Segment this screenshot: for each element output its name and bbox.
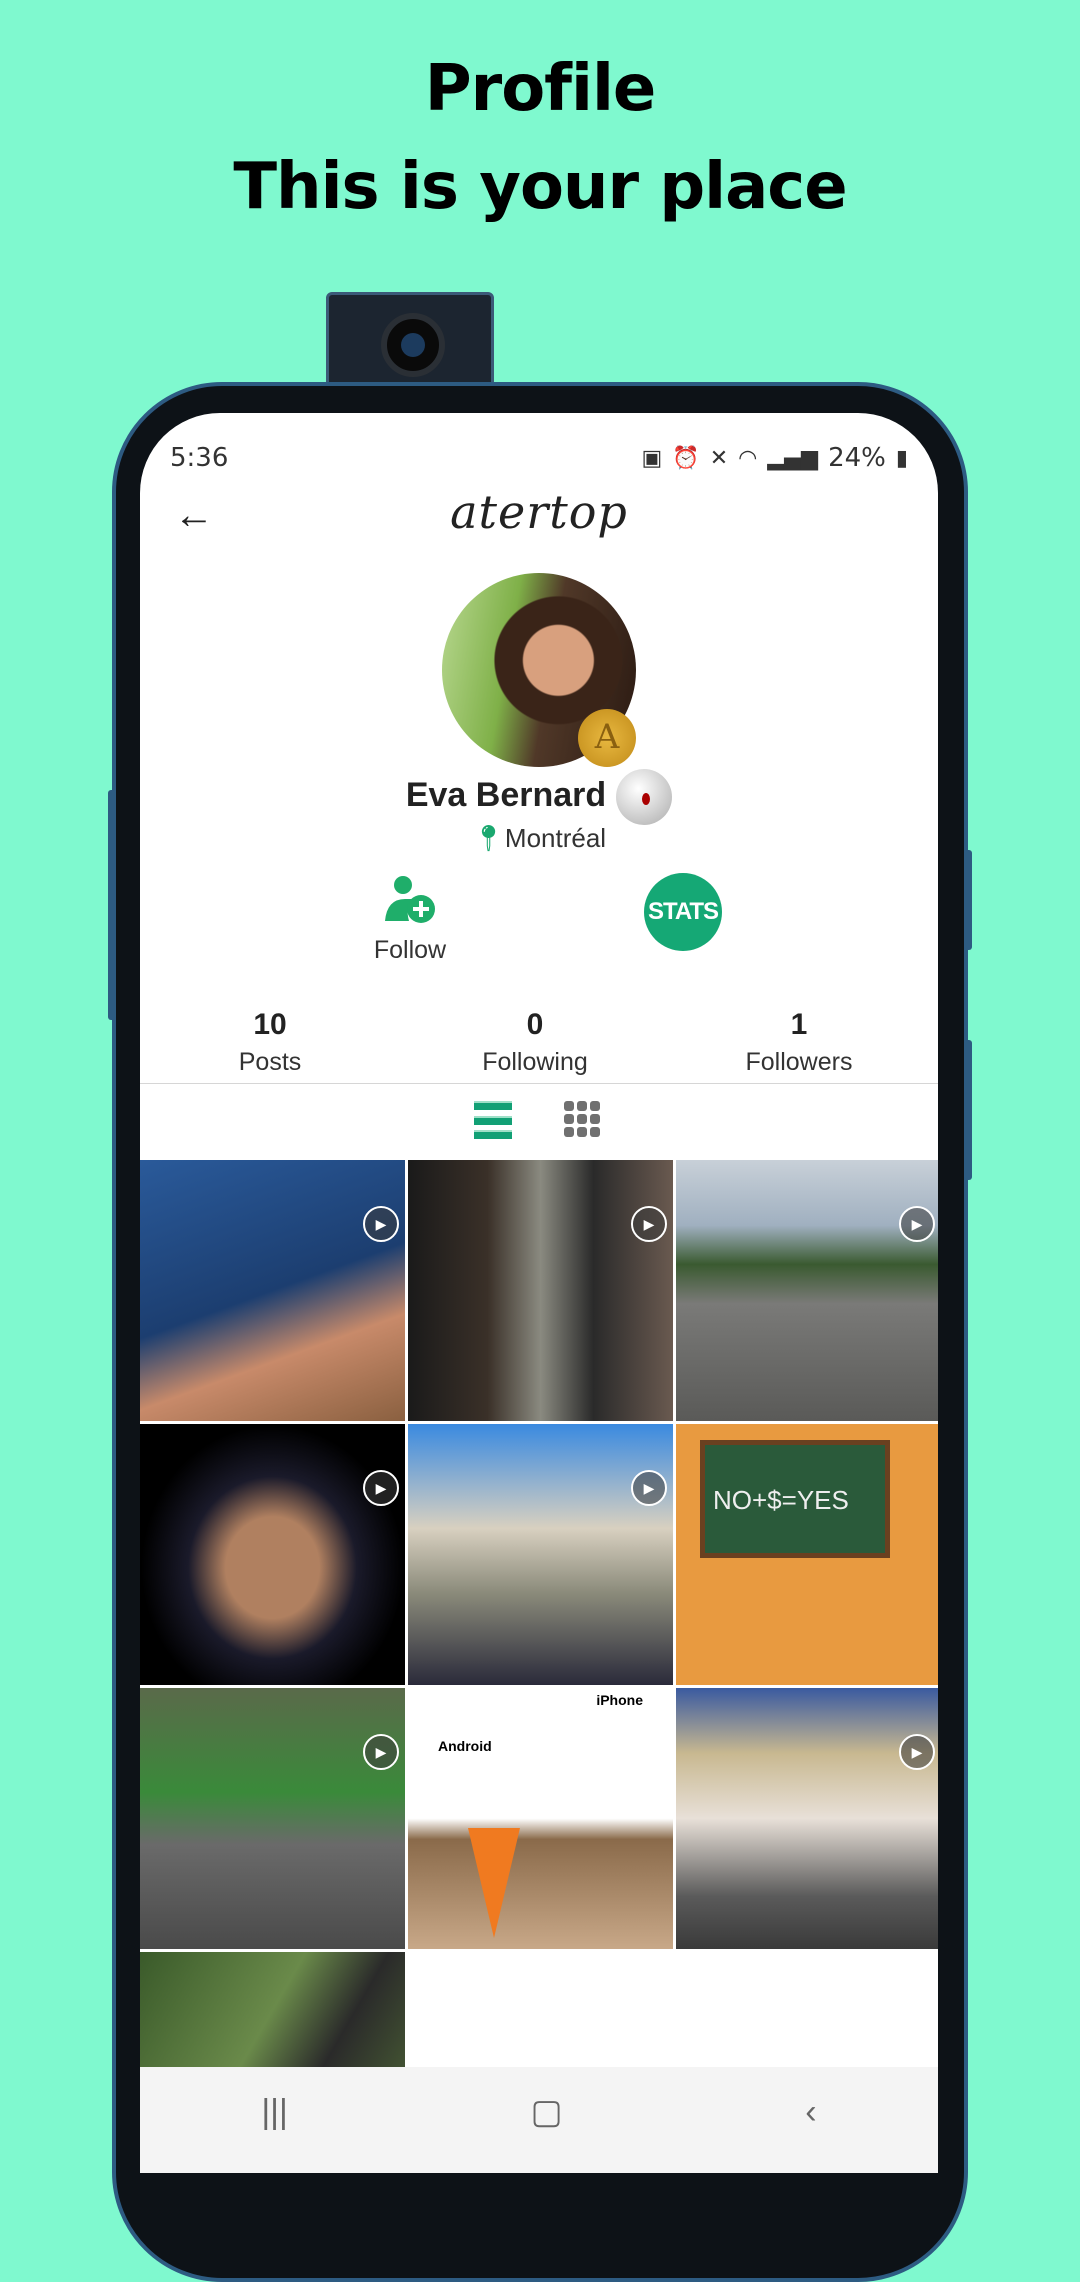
location-text: Montréal (504, 823, 607, 853)
divider (140, 1083, 938, 1084)
status-time: 5:36 (170, 443, 229, 473)
profile-name-row: Eva Bernard (140, 769, 938, 825)
battery-percent: 24% (828, 443, 886, 473)
count-value: 10 (253, 1008, 287, 1041)
count-label: Following (482, 1048, 588, 1076)
side-button (964, 1040, 972, 1180)
post-caption: Android (438, 1738, 492, 1754)
post-thumbnail[interactable]: ▶ (140, 1160, 405, 1421)
post-thumbnail[interactable]: Android iPhone (408, 1688, 673, 1949)
count-value: 1 (790, 1008, 808, 1041)
mascot-icon (616, 769, 673, 825)
carrot-illustration (468, 1828, 520, 1938)
post-thumbnail[interactable]: ▶ (140, 1688, 405, 1949)
posts-grid: ▶ ▶ ▶ ▶ ▶ NO+$=YES ▶ Android iPhone ▶ (140, 1160, 938, 2173)
play-icon: ▶ (631, 1206, 667, 1242)
play-icon: ▶ (631, 1470, 667, 1506)
follow-label: Follow (373, 936, 447, 964)
home-button[interactable]: ▢ (531, 2092, 563, 2132)
side-button (964, 850, 972, 950)
play-icon: ▶ (363, 1470, 399, 1506)
promo-title: Profile (424, 52, 657, 126)
grid-view-toggle[interactable] (564, 1101, 600, 1137)
post-caption: NO+$=YES (700, 1440, 890, 1558)
camera-lens-icon (381, 313, 445, 377)
side-button (108, 790, 116, 1020)
post-thumbnail[interactable]: ▶ (676, 1688, 938, 1949)
badge-coin-icon: A (578, 709, 636, 767)
count-value: 0 (526, 1008, 544, 1041)
following-count[interactable]: 0 Following (435, 1008, 635, 1077)
wifi-icon: ◠ (738, 445, 758, 471)
count-label: Posts (238, 1048, 302, 1076)
status-bar: 5:36 ▣ ⏰ ✕ ◠ ▂▄▆ 24% ▮ (170, 443, 908, 477)
post-thumbnail[interactable]: NO+$=YES (676, 1424, 938, 1685)
alarm-icon: ⏰ (672, 445, 700, 471)
battery-icon: ▮ (895, 445, 908, 471)
signal-icon: ▂▄▆ (767, 445, 819, 471)
post-thumbnail[interactable]: ▶ (676, 1160, 938, 1421)
profile-location: 📍︎Montréal (140, 823, 938, 854)
add-user-icon (385, 876, 435, 923)
play-icon: ▶ (363, 1734, 399, 1770)
profile-name: Eva Bernard (405, 775, 607, 814)
system-nav-bar: ||| ▢ ‹ (140, 2067, 938, 2173)
play-icon: ▶ (363, 1206, 399, 1242)
recent-apps-button[interactable]: ||| (261, 2093, 288, 2132)
promo-subtitle: This is your place (233, 150, 847, 224)
post-thumbnail[interactable]: ▶ (408, 1160, 673, 1421)
follow-button[interactable]: Follow (360, 875, 460, 965)
post-thumbnail[interactable]: ▶ (140, 1424, 405, 1685)
play-icon: ▶ (899, 1206, 935, 1242)
post-thumbnail[interactable]: ▶ (408, 1424, 673, 1685)
profile-counts: 10 Posts 0 Following 1 Followers (140, 1008, 938, 1084)
location-pin-icon: 📍︎ (471, 823, 505, 853)
posts-count[interactable]: 10 Posts (170, 1008, 370, 1077)
popup-camera (326, 292, 494, 388)
app-logo: atertop (450, 485, 628, 539)
system-back-button[interactable]: ‹ (805, 2093, 816, 2132)
followers-count[interactable]: 1 Followers (699, 1008, 899, 1077)
count-label: Followers (745, 1048, 853, 1076)
list-view-toggle[interactable] (474, 1101, 512, 1139)
mute-icon: ✕ (709, 445, 729, 471)
play-icon: ▶ (899, 1734, 935, 1770)
stats-button[interactable]: STATS (644, 873, 722, 951)
app-screen: 5:36 ▣ ⏰ ✕ ◠ ▂▄▆ 24% ▮ ← atertop A Eva B… (140, 413, 938, 2173)
battery-saver-icon: ▣ (641, 445, 663, 471)
post-caption: iPhone (596, 1692, 643, 1708)
